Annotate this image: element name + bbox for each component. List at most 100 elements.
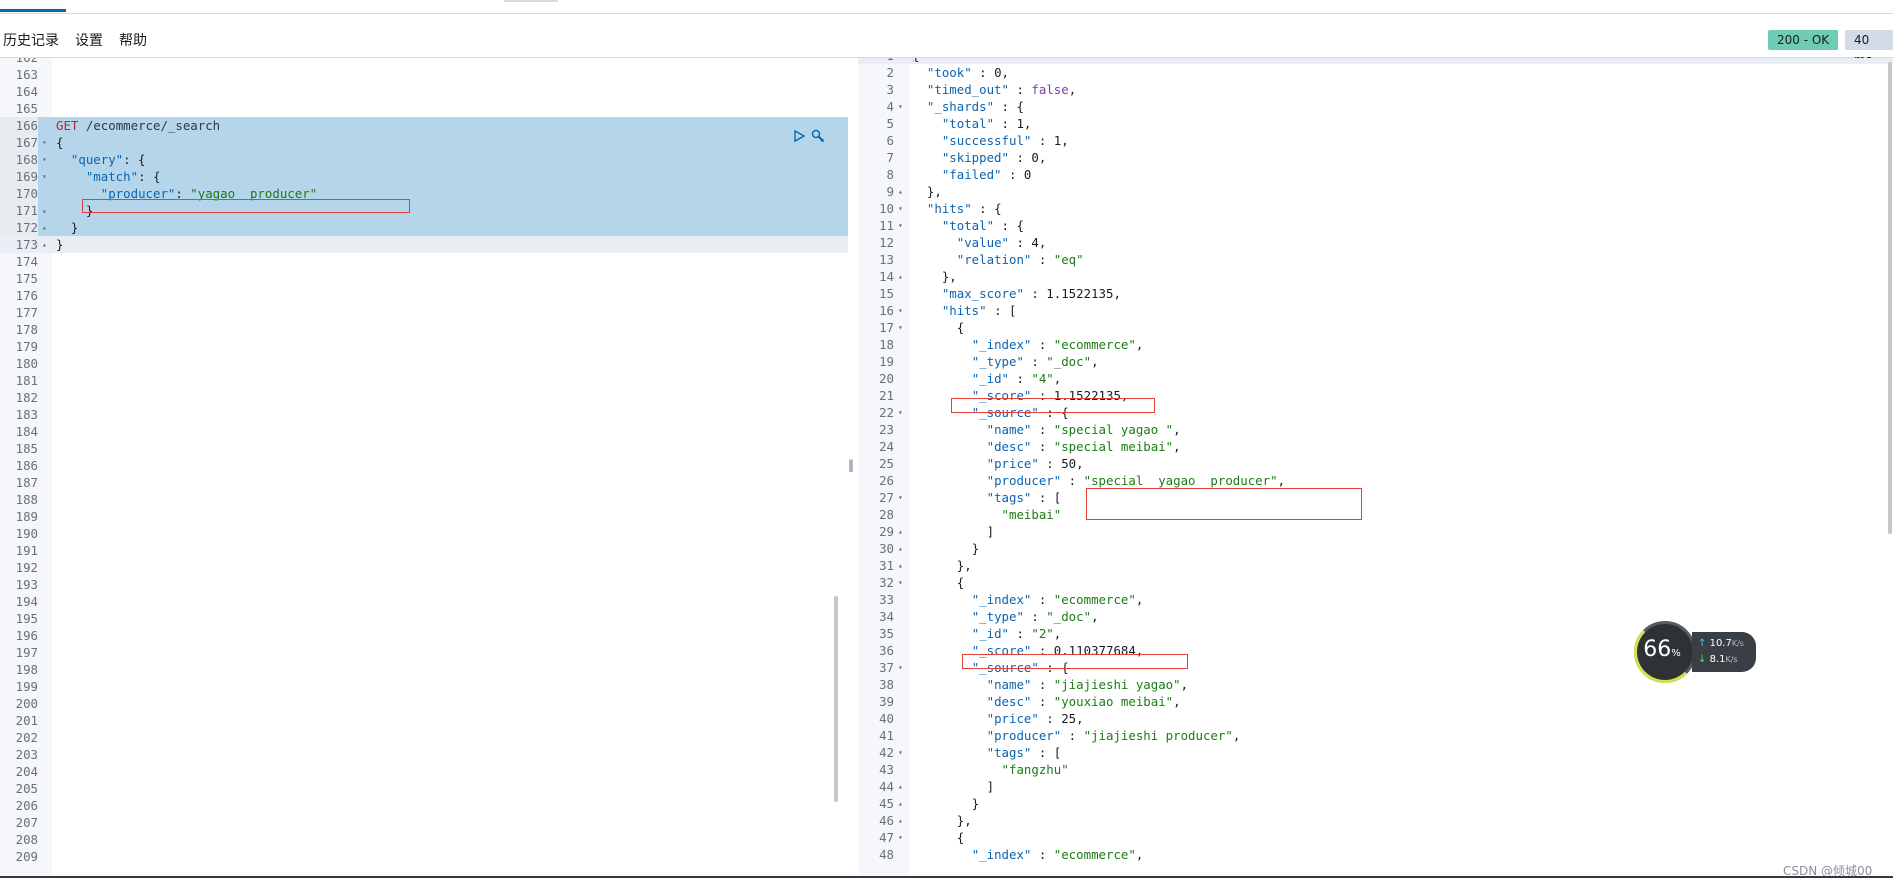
response-viewer[interactable]: 1▾{2 "took" : 0,3 "timed_out" : false,4▾… — [858, 58, 1893, 875]
request-line[interactable]: 202 — [0, 729, 848, 746]
request-line[interactable]: 199 — [0, 678, 848, 695]
response-line[interactable]: 42 ▾ "tags" : [ — [858, 744, 1893, 761]
response-line[interactable]: 23 "name" : "special yagao ", — [858, 421, 1893, 438]
request-line[interactable]: 177 — [0, 304, 848, 321]
request-line[interactable]: 197 — [0, 644, 848, 661]
request-line[interactable]: 188 — [0, 491, 848, 508]
fold-toggle-icon[interactable]: ▴ — [898, 778, 908, 795]
response-line[interactable]: 31 ▴ }, — [858, 557, 1893, 574]
request-line[interactable]: 207 — [0, 814, 848, 831]
response-line[interactable]: 22 ▾ "_source" : { — [858, 404, 1893, 421]
request-line[interactable]: 200 — [0, 695, 848, 712]
request-line[interactable]: 183 — [0, 406, 848, 423]
pane-resizer[interactable]: ‖ — [846, 458, 856, 476]
fold-toggle-icon[interactable]: ▾ — [898, 404, 908, 421]
response-line[interactable]: 2 "took" : 0, — [858, 64, 1893, 81]
request-line[interactable]: 209 — [0, 848, 848, 865]
request-line[interactable]: 205 — [0, 780, 848, 797]
fold-toggle-icon[interactable]: ▴ — [898, 268, 908, 285]
fold-toggle-icon[interactable]: ▾ — [898, 200, 908, 217]
fold-toggle-icon[interactable]: ▴ — [42, 236, 52, 253]
request-line[interactable]: 193 — [0, 576, 848, 593]
request-line[interactable]: 189 — [0, 508, 848, 525]
wrench-icon[interactable] — [811, 129, 825, 143]
response-line[interactable]: 32 ▾ { — [858, 574, 1893, 591]
request-line[interactable]: 166 GET /ecommerce/_search — [0, 117, 848, 134]
response-line[interactable]: 14 ▴ }, — [858, 268, 1893, 285]
request-line[interactable]: 208 — [0, 831, 848, 848]
request-line[interactable]: 191 — [0, 542, 848, 559]
response-line[interactable]: 45 ▴ } — [858, 795, 1893, 812]
response-line[interactable]: 25 "price" : 50, — [858, 455, 1893, 472]
request-line[interactable]: 196 — [0, 627, 848, 644]
response-line[interactable]: 27 ▾ "tags" : [ — [858, 489, 1893, 506]
request-line[interactable]: 178 — [0, 321, 848, 338]
request-line[interactable]: 194 — [0, 593, 848, 610]
request-scrollbar[interactable] — [834, 596, 838, 802]
response-line[interactable]: 9 ▴ }, — [858, 183, 1893, 200]
response-line[interactable]: 30 ▴ } — [858, 540, 1893, 557]
request-line[interactable]: 192 — [0, 559, 848, 576]
response-line[interactable]: 17 ▾ { — [858, 319, 1893, 336]
request-line[interactable]: 162 — [0, 58, 848, 66]
response-line[interactable]: 24 "desc" : "special meibai", — [858, 438, 1893, 455]
request-line[interactable]: 174 — [0, 253, 848, 270]
request-line[interactable]: 185 — [0, 440, 848, 457]
play-icon[interactable] — [792, 129, 806, 143]
response-line[interactable]: 33 "_index" : "ecommerce", — [858, 591, 1893, 608]
fold-toggle-icon[interactable]: ▾ — [898, 319, 908, 336]
fold-toggle-icon[interactable]: ▴ — [898, 183, 908, 200]
response-line[interactable]: 10 ▾ "hits" : { — [858, 200, 1893, 217]
response-line[interactable]: 6 "successful" : 1, — [858, 132, 1893, 149]
request-line[interactable]: 204 — [0, 763, 848, 780]
request-line[interactable]: 176 — [0, 287, 848, 304]
response-line[interactable]: 7 "skipped" : 0, — [858, 149, 1893, 166]
response-line[interactable]: 12 "value" : 4, — [858, 234, 1893, 251]
fold-toggle-icon[interactable]: ▾ — [898, 302, 908, 319]
fold-toggle-icon[interactable]: ▴ — [42, 219, 52, 236]
response-line[interactable]: 4 ▾ "_shards" : { — [858, 98, 1893, 115]
response-line[interactable]: 28 "meibai" — [858, 506, 1893, 523]
request-line[interactable]: 198 — [0, 661, 848, 678]
fold-toggle-icon[interactable]: ▾ — [898, 829, 908, 846]
response-line[interactable]: 44 ▴ ] — [858, 778, 1893, 795]
request-line[interactable]: 167 ▾ { — [0, 134, 848, 151]
response-line[interactable]: 46 ▴ }, — [858, 812, 1893, 829]
request-line[interactable]: 173 ▴} — [0, 236, 848, 253]
response-line[interactable]: 3 "timed_out" : false, — [858, 81, 1893, 98]
response-line[interactable]: 11 ▾ "total" : { — [858, 217, 1893, 234]
response-line[interactable]: 29 ▴ ] — [858, 523, 1893, 540]
response-line[interactable]: 20 "_id" : "4", — [858, 370, 1893, 387]
request-line[interactable]: 186 — [0, 457, 848, 474]
request-line[interactable]: 180 — [0, 355, 848, 372]
request-line[interactable]: 181 — [0, 372, 848, 389]
fold-toggle-icon[interactable]: ▴ — [898, 812, 908, 829]
fold-toggle-icon[interactable]: ▾ — [898, 217, 908, 234]
response-line[interactable]: 21 "_score" : 1.1522135, — [858, 387, 1893, 404]
response-line[interactable]: 19 "_type" : "_doc", — [858, 353, 1893, 370]
request-line[interactable]: 187 — [0, 474, 848, 491]
response-line[interactable]: 5 "total" : 1, — [858, 115, 1893, 132]
fold-toggle-icon[interactable]: ▴ — [898, 523, 908, 540]
request-line[interactable]: 171 ▴ } — [0, 202, 848, 219]
response-scrollbar[interactable] — [1888, 62, 1892, 534]
request-line[interactable]: 169 ▾ "match": { — [0, 168, 848, 185]
fold-toggle-icon[interactable]: ▾ — [898, 744, 908, 761]
fold-toggle-icon[interactable]: ▴ — [898, 557, 908, 574]
request-line[interactable]: 172 ▴ } — [0, 219, 848, 236]
request-line[interactable]: 182 — [0, 389, 848, 406]
request-editor[interactable]: 162163164165166GET /ecommerce/_search167… — [0, 58, 848, 875]
request-line[interactable]: 195 — [0, 610, 848, 627]
fold-toggle-icon[interactable]: ▾ — [42, 134, 52, 151]
fold-toggle-icon[interactable]: ▾ — [898, 489, 908, 506]
response-line[interactable]: 48 "_index" : "ecommerce", — [858, 846, 1893, 863]
response-line[interactable]: 13 "relation" : "eq" — [858, 251, 1893, 268]
fold-toggle-icon[interactable]: ▾ — [42, 168, 52, 185]
request-line[interactable]: 201 — [0, 712, 848, 729]
request-line[interactable]: 168 ▾ "query": { — [0, 151, 848, 168]
fold-toggle-icon[interactable]: ▴ — [898, 540, 908, 557]
request-line[interactable]: 206 — [0, 797, 848, 814]
response-line[interactable]: 40 "price" : 25, — [858, 710, 1893, 727]
fold-toggle-icon[interactable]: ▾ — [898, 98, 908, 115]
fold-toggle-icon[interactable]: ▾ — [42, 151, 52, 168]
